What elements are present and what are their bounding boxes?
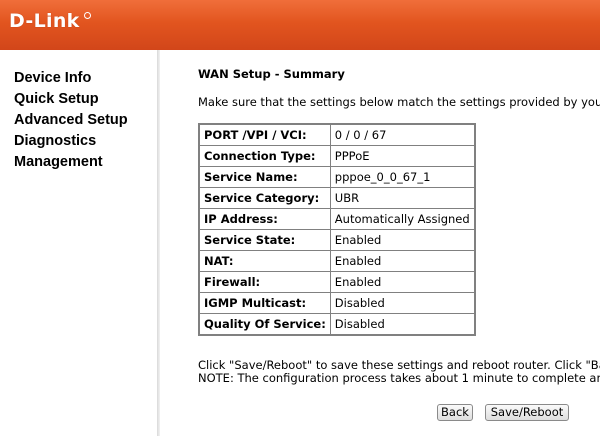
row-label: Connection Type: [198,145,331,167]
row-label: Service Name: [198,166,331,188]
sidebar-item-diagnostics[interactable]: Diagnostics [14,131,128,152]
row-label: NAT: [198,250,331,272]
row-label: IP Address: [198,208,331,230]
row-label: Service Category: [198,187,331,209]
row-label: PORT /VPI / VCI: [198,123,331,146]
registered-mark-icon [84,12,91,19]
row-label: Service State: [198,229,331,251]
sidebar-divider [157,50,160,436]
row-label: IGMP Multicast: [198,292,331,314]
row-label: Quality Of Service: [198,313,331,336]
back-button[interactable]: Back [437,404,473,421]
table-row: Service Category: UBR [198,187,476,209]
sidebar-item-management[interactable]: Management [14,152,128,173]
row-value: Enabled [329,271,476,293]
page-title: WAN Setup - Summary [198,67,345,81]
row-value: UBR [329,187,476,209]
instructions-text: Click "Save/Reboot" to save these settin… [198,359,600,385]
table-row: Connection Type: PPPoE [198,145,476,167]
table-row: PORT /VPI / VCI: 0 / 0 / 67 [198,123,476,146]
row-value: Enabled [329,250,476,272]
sidebar: Device Info Quick Setup Advanced Setup D… [0,50,158,436]
table-row: NAT: Enabled [198,250,476,272]
save-reboot-button[interactable]: Save/Reboot [485,404,569,421]
row-value: PPPoE [329,145,476,167]
intro-text: Make sure that the settings below match … [198,95,600,109]
table-row: Service Name: pppoe_0_0_67_1 [198,166,476,188]
row-value: Automatically Assigned [329,208,476,230]
row-value: Disabled [329,292,476,314]
dlink-logo: D-Link [9,10,80,32]
sidebar-item-device-info[interactable]: Device Info [14,68,128,89]
sidebar-item-quick-setup[interactable]: Quick Setup [14,89,128,110]
table-row: Service State: Enabled [198,229,476,251]
table-row: Quality Of Service: Disabled [198,313,476,336]
row-label: Firewall: [198,271,331,293]
sidebar-item-advanced-setup[interactable]: Advanced Setup [14,110,128,131]
header-banner: D-Link [0,0,600,50]
table-row: IGMP Multicast: Disabled [198,292,476,314]
sidebar-nav: Device Info Quick Setup Advanced Setup D… [14,68,128,173]
table-row: IP Address: Automatically Assigned [198,208,476,230]
row-value: Enabled [329,229,476,251]
row-value: pppoe_0_0_67_1 [329,166,476,188]
wan-summary-table: PORT /VPI / VCI: 0 / 0 / 67 Connection T… [198,123,476,336]
table-row: Firewall: Enabled [198,271,476,293]
row-value: Disabled [329,313,476,336]
row-value: 0 / 0 / 67 [329,123,476,146]
config-note: NOTE: The configuration process takes ab… [198,371,600,385]
